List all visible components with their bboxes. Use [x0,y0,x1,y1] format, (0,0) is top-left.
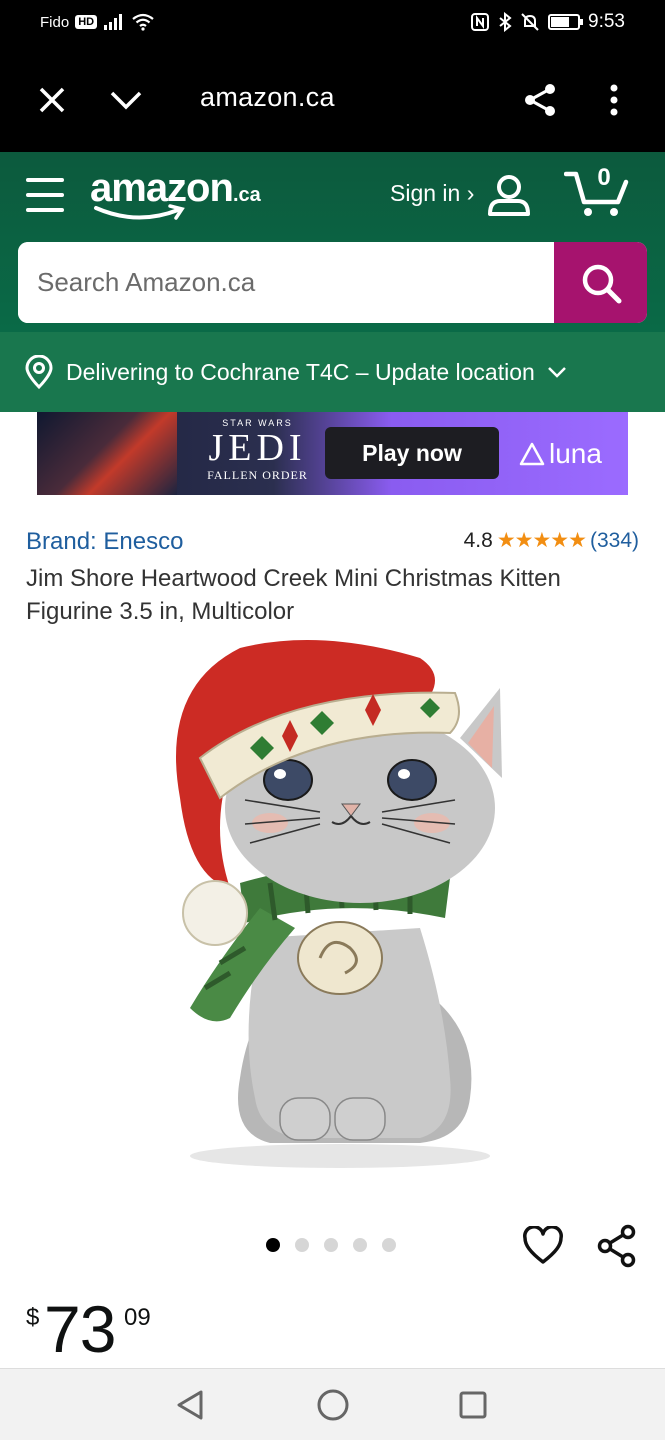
image-carousel-dots [266,1238,396,1252]
rating-summary[interactable]: 4.8 ★★★★★ (334) [464,528,639,553]
rating-count[interactable]: (334) [590,529,639,553]
url-text[interactable]: amazon.ca [200,82,335,113]
status-right: 9:53 [470,11,625,33]
luna-logo-icon [519,442,545,466]
share-icon [597,1224,636,1268]
more-options-button[interactable] [592,78,636,122]
more-vertical-icon [610,84,618,116]
search-button[interactable] [554,242,647,323]
location-text: Delivering to Cochrane T4C – Update loca… [66,358,535,385]
ad-artwork [37,412,177,495]
location-pin-icon [25,355,53,389]
carousel-dot[interactable] [382,1238,396,1252]
ad-banner[interactable]: STAR WARS JEDI FALLEN ORDER Play now lun… [37,412,628,495]
ad-luna-brand: luna [519,438,602,470]
browser-toolbar: amazon.ca [0,48,665,152]
product-image[interactable] [120,628,540,1188]
carousel-dot[interactable] [353,1238,367,1252]
share-product-button[interactable] [596,1224,638,1273]
home-button[interactable] [315,1387,351,1423]
smile-arrow-icon [94,204,185,220]
ad-brand-text: luna [549,438,602,469]
carousel-dot[interactable] [324,1238,338,1252]
home-circle-icon [317,1389,349,1421]
brand-link[interactable]: Brand: Enesco [26,528,183,556]
back-triangle-icon [177,1390,203,1420]
search-input[interactable] [18,242,554,323]
sign-in-link[interactable]: Sign in › [390,180,474,207]
price-currency: $ [26,1304,40,1331]
amazon-header: amazon.ca Sign in › 0 [0,152,665,332]
menu-button[interactable] [26,178,64,214]
recents-button[interactable] [455,1387,491,1423]
user-icon [488,175,530,216]
close-icon [39,87,65,113]
bluetooth-icon [499,12,512,32]
close-tab-button[interactable] [30,78,74,122]
carousel-dot[interactable] [295,1238,309,1252]
search-icon [582,264,621,303]
status-bar: Fido HD 9:53 [0,0,665,48]
search-bar [18,242,647,323]
star-rating-icon: ★★★★★ [496,529,587,552]
carrier-name: Fido [40,13,70,31]
status-left: Fido HD [40,13,155,31]
clock: 9:53 [588,11,625,32]
logo-suffix: .ca [232,184,261,206]
chevron-down-icon [547,367,566,378]
ad-play-button[interactable]: Play now [325,427,499,479]
add-to-list-button[interactable] [522,1225,564,1271]
recents-square-icon [459,1391,487,1419]
cart-count: 0 [597,164,611,191]
rating-value: 4.8 [463,528,493,552]
ad-game-logo: STAR WARS JEDI FALLEN ORDER [185,418,330,492]
delivery-location-bar[interactable]: Delivering to Cochrane T4C – Update loca… [0,332,665,412]
nfc-icon [471,13,490,31]
share-button[interactable] [518,78,562,122]
heart-icon [523,1225,563,1264]
system-nav-bar [0,1368,665,1440]
back-button[interactable] [172,1387,208,1423]
battery-icon [548,14,584,30]
carousel-dot[interactable] [266,1238,280,1252]
account-button[interactable] [486,172,532,223]
wifi-icon [132,13,154,31]
kitten-figurine-image [176,640,502,1168]
share-icon [525,84,555,116]
price-fraction: 09 [124,1304,151,1331]
minimize-button[interactable] [104,78,148,122]
mute-icon [521,13,539,31]
chevron-down-icon [110,91,142,110]
signal-icon [104,14,123,30]
product-title: Jim Shore Heartwood Creek Mini Christmas… [26,565,561,625]
ad-title: JEDI [208,427,307,469]
ad-subtitle: FALLEN ORDER [207,468,308,482]
price-whole: 73 [44,1292,116,1366]
amazon-logo[interactable]: amazon.ca [90,166,261,220]
hd-badge: HD [75,15,98,29]
